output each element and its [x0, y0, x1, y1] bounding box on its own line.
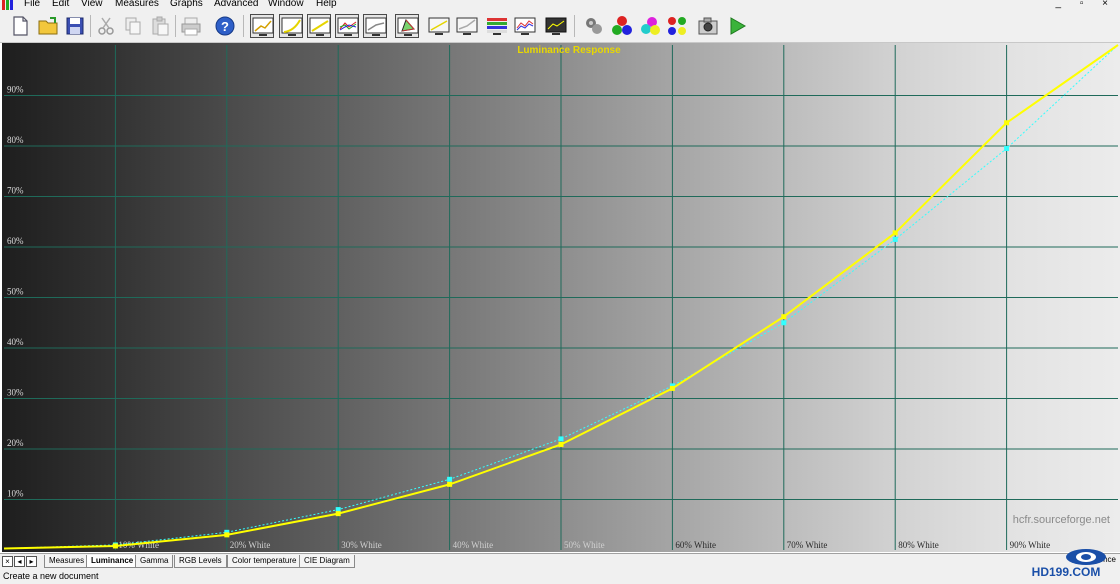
data-point-marker	[892, 230, 898, 236]
x-tick-label: 60% White	[675, 540, 716, 550]
menu-file[interactable]: File	[24, 0, 40, 9]
y-tick-label: 60%	[7, 236, 24, 246]
gamma-graph-icon[interactable]	[307, 14, 331, 38]
toolbar-separator	[243, 15, 244, 37]
data-point-marker	[1004, 146, 1010, 152]
toolbar-separator	[574, 15, 575, 37]
data-point-marker	[335, 511, 341, 517]
paste-icon[interactable]	[148, 14, 172, 38]
y-tick-label: 30%	[7, 388, 24, 398]
luminance-graph-icon[interactable]	[279, 14, 303, 38]
tab-measures[interactable]: Measures	[44, 555, 90, 568]
play-icon[interactable]	[725, 14, 749, 38]
x-tick-label: 30% White	[341, 540, 382, 550]
x-tick-label: 70% White	[787, 540, 828, 550]
y-tick-label: 40%	[7, 337, 24, 347]
x-tick-label: 40% White	[453, 540, 494, 550]
menu-window[interactable]: Window	[268, 0, 304, 9]
menu-bar: File Edit View Measures Graphs Advanced …	[0, 0, 1120, 10]
data-point-marker	[224, 532, 230, 538]
menu-help[interactable]: Help	[316, 0, 337, 9]
help-icon[interactable]: ?	[213, 14, 237, 38]
chart-title: Luminance Response	[517, 45, 621, 56]
y-tick-label: 70%	[7, 186, 24, 196]
y-tick-label: 10%	[7, 489, 24, 499]
open-folder-icon[interactable]	[36, 14, 60, 38]
tab-color-temperature[interactable]: Color temperature	[227, 555, 302, 568]
svg-text:?: ?	[221, 19, 229, 34]
graph-view-icon[interactable]	[250, 14, 274, 38]
toolbar: ?	[0, 10, 1120, 43]
site-logo: HD199.COM	[1006, 545, 1116, 583]
tab-close-button[interactable]: ×	[2, 556, 13, 567]
camera-icon[interactable]	[696, 14, 720, 38]
tab-gamma[interactable]: Gamma	[135, 555, 174, 568]
x-tick-label: 80% White	[898, 540, 939, 550]
luminance-chart-svg: 10%20%30%40%50%60%70%80%90% 10% White 20%…	[2, 43, 1120, 552]
screen-icon[interactable]	[544, 14, 568, 38]
monitor-alt-icon[interactable]	[455, 14, 479, 38]
rgb-balls-icon[interactable]	[610, 14, 634, 38]
y-tick-label: 80%	[7, 135, 24, 145]
data-point-marker	[781, 314, 787, 320]
y-tick-label: 50%	[7, 287, 24, 297]
rgb-levels-graph-icon[interactable]	[335, 14, 359, 38]
y-tick-label: 90%	[7, 85, 24, 95]
measure-chart-icon[interactable]	[513, 14, 537, 38]
menu-edit[interactable]: Edit	[52, 0, 69, 9]
tab-luminance[interactable]: Luminance	[86, 555, 139, 568]
print-icon[interactable]	[179, 14, 203, 38]
data-point-marker	[558, 436, 564, 442]
window-controls[interactable]: _ ▫ ×	[1055, 0, 1116, 9]
color-balls-icon[interactable]	[638, 14, 662, 38]
color-temperature-graph-icon[interactable]	[363, 14, 387, 38]
menu-measures[interactable]: Measures	[115, 0, 159, 9]
tab-prev-button[interactable]: ◂	[14, 556, 25, 567]
tab-rgb-levels[interactable]: RGB Levels	[174, 555, 227, 568]
status-text: Create a new document	[3, 571, 99, 581]
data-point-marker	[112, 543, 118, 549]
app-window: File Edit View Measures Graphs Advanced …	[0, 0, 1120, 584]
view-tabs-bar: × ◂ ▸ Measures Luminance Gamma RGB Level…	[0, 553, 1120, 569]
data-point-marker	[1004, 120, 1010, 126]
palette-icon[interactable]	[665, 14, 689, 38]
sensor-icon[interactable]	[582, 14, 606, 38]
monitor-icon[interactable]	[427, 14, 451, 38]
data-point-marker	[447, 481, 453, 487]
x-axis-labels: 10% White 20% White 30% White 40% White 50% …	[118, 540, 1050, 550]
new-document-icon[interactable]	[8, 14, 32, 38]
data-point-marker	[781, 320, 787, 326]
copy-icon[interactable]	[121, 14, 145, 38]
data-point-marker	[558, 441, 564, 447]
tab-next-button[interactable]: ▸	[26, 556, 37, 567]
data-point-marker	[447, 476, 453, 482]
data-point-marker	[669, 385, 675, 391]
tab-cie-diagram[interactable]: CIE Diagram	[299, 555, 355, 568]
menu-view[interactable]: View	[81, 0, 103, 9]
status-bar: Create a new document	[0, 569, 1120, 584]
cut-icon[interactable]	[94, 14, 118, 38]
logo-text: HD199.COM	[1032, 565, 1101, 579]
app-icon	[2, 0, 18, 10]
toolbar-separator	[90, 15, 91, 37]
x-tick-label: 20% White	[230, 540, 271, 550]
save-icon[interactable]	[63, 14, 87, 38]
y-tick-label: 20%	[7, 438, 24, 448]
menu-graphs[interactable]: Graphs	[170, 0, 203, 9]
menu-advanced[interactable]: Advanced	[214, 0, 258, 9]
data-point-marker	[892, 236, 898, 242]
gradient-display-icon[interactable]	[485, 14, 509, 38]
x-tick-label: 50% White	[564, 540, 605, 550]
toolbar-separator	[175, 15, 176, 37]
cie-diagram-icon[interactable]	[395, 14, 419, 38]
luminance-chart: 10% 20% 30% 40% 50% 60% 70% 80% 90% 10% White 20%…	[2, 43, 1120, 552]
chart-watermark: hcfr.sourceforge.net	[1013, 514, 1110, 526]
